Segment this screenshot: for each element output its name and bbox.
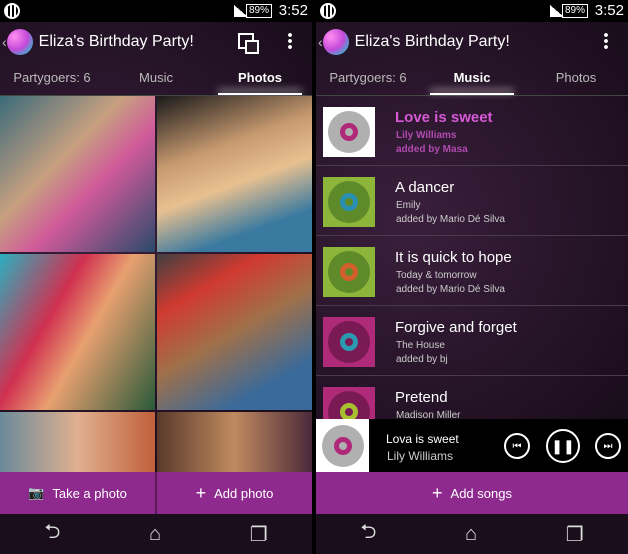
add-photo-button[interactable]: + Add photo bbox=[155, 472, 312, 514]
tab-bar: Partygoers: 6 Music Photos bbox=[0, 62, 312, 96]
song-artist: Emily bbox=[396, 200, 421, 211]
song-title: A dancer bbox=[395, 179, 455, 196]
now-playing-artist: Lily Williams bbox=[387, 449, 453, 463]
overflow-menu-icon[interactable] bbox=[288, 32, 292, 50]
overflow-menu-icon[interactable] bbox=[604, 32, 608, 50]
photo-grid bbox=[0, 96, 312, 472]
song-row[interactable]: It is quick to hope Today & tomorrow add… bbox=[316, 236, 628, 306]
home-icon[interactable]: ⌂ bbox=[465, 523, 477, 546]
plus-icon: + bbox=[195, 482, 207, 503]
nav-bar: ⮌ ⌂ ❐ bbox=[0, 514, 312, 554]
take-photo-label: Take a photo bbox=[52, 485, 127, 501]
battery-icon: 89% bbox=[245, 4, 272, 18]
pip-icon[interactable] bbox=[238, 33, 259, 54]
photo-actions: 📷 Take a photo + Add photo bbox=[0, 472, 312, 514]
action-bar: ‹ Eliza's Birthday Party! bbox=[0, 22, 312, 62]
album-art bbox=[323, 107, 375, 157]
song-artist: The House bbox=[396, 340, 445, 351]
app-title: Eliza's Birthday Party! bbox=[354, 33, 510, 50]
recents-icon[interactable]: ❐ bbox=[566, 522, 584, 547]
song-title: Forgive and forget bbox=[395, 319, 517, 336]
song-added-by: added by Masa bbox=[396, 144, 468, 155]
clock: 3:52 bbox=[594, 2, 624, 19]
battery-icon: 89% bbox=[561, 4, 588, 18]
party-logo[interactable] bbox=[6, 29, 33, 55]
album-art bbox=[323, 317, 375, 367]
now-playing-title: Lova is sweet bbox=[386, 432, 459, 446]
song-title: It is quick to hope bbox=[395, 249, 512, 266]
plus-icon: + bbox=[432, 482, 443, 503]
now-playing-bar[interactable]: Lova is sweet Lily Williams ⏮ ❚❚ ⏭ bbox=[316, 419, 628, 472]
party-logo[interactable] bbox=[322, 29, 349, 55]
recents-icon[interactable]: ❐ bbox=[250, 522, 268, 547]
camera-icon: 📷 bbox=[28, 485, 45, 500]
photo[interactable] bbox=[0, 412, 155, 472]
music-actions: + Add songs bbox=[316, 472, 628, 514]
now-playing-album-art bbox=[316, 419, 369, 472]
add-songs-label: Add songs bbox=[450, 485, 512, 501]
globe-icon bbox=[4, 3, 20, 19]
tab-music[interactable]: Music bbox=[420, 62, 524, 95]
song-added-by: added by Mario Dé Silva bbox=[396, 284, 505, 295]
tab-bar: Partygoers: 6 Music Photos bbox=[316, 62, 628, 96]
song-artist: Today & tomorrow bbox=[396, 270, 477, 281]
song-artist: Lily Williams bbox=[396, 130, 457, 141]
song-row[interactable]: Love is sweet Lily Williams added by Mas… bbox=[316, 96, 628, 166]
clock: 3:52 bbox=[278, 2, 308, 19]
nav-back-icon[interactable]: ⮌ bbox=[44, 517, 60, 551]
song-title: Pretend bbox=[395, 389, 448, 406]
song-list: Love is sweet Lily Williams added by Mas… bbox=[316, 96, 628, 419]
take-photo-button[interactable]: 📷 Take a photo bbox=[0, 472, 155, 514]
photo[interactable] bbox=[157, 254, 312, 410]
add-songs-button[interactable]: + Add songs bbox=[316, 472, 628, 514]
song-row[interactable]: Pretend Madison Miller bbox=[316, 376, 628, 419]
action-bar: ‹ Eliza's Birthday Party! bbox=[316, 22, 628, 62]
tab-music[interactable]: Music bbox=[104, 62, 208, 95]
song-artist: Madison Miller bbox=[396, 410, 461, 419]
status-bar: 89% 3:52 bbox=[316, 0, 628, 22]
photo[interactable] bbox=[0, 96, 155, 252]
pause-icon[interactable]: ❚❚ bbox=[546, 429, 580, 463]
back-icon[interactable]: ‹ bbox=[318, 34, 323, 50]
back-icon[interactable]: ‹ bbox=[2, 34, 7, 50]
nav-back-icon[interactable]: ⮌ bbox=[360, 517, 376, 551]
tab-partygoers[interactable]: Partygoers: 6 bbox=[316, 62, 420, 95]
nav-bar: ⮌ ⌂ ❐ bbox=[316, 514, 628, 554]
tab-photos[interactable]: Photos bbox=[208, 62, 312, 95]
app-title: Eliza's Birthday Party! bbox=[38, 33, 194, 50]
photos-screen: 89% 3:52 ‹ Eliza's Birthday Party! Party… bbox=[0, 0, 312, 554]
song-row[interactable]: A dancer Emily added by Mario Dé Silva bbox=[316, 166, 628, 236]
song-title: Love is sweet bbox=[395, 109, 493, 126]
photo[interactable] bbox=[157, 96, 312, 252]
add-photo-label: Add photo bbox=[214, 485, 274, 501]
album-art bbox=[323, 247, 375, 297]
song-added-by: added by bj bbox=[396, 354, 448, 365]
album-art bbox=[323, 387, 375, 419]
tab-partygoers[interactable]: Partygoers: 6 bbox=[0, 62, 104, 95]
photo[interactable] bbox=[157, 412, 312, 472]
globe-icon bbox=[320, 3, 336, 19]
song-row[interactable]: Forgive and forget The House added by bj bbox=[316, 306, 628, 376]
previous-icon[interactable]: ⏮ bbox=[504, 433, 530, 459]
song-added-by: added by Mario Dé Silva bbox=[396, 214, 505, 225]
status-bar: 89% 3:52 bbox=[0, 0, 312, 22]
tab-photos[interactable]: Photos bbox=[524, 62, 628, 95]
music-screen: 89% 3:52 ‹ Eliza's Birthday Party! Party… bbox=[316, 0, 628, 554]
photo[interactable] bbox=[0, 254, 155, 410]
album-art bbox=[323, 177, 375, 227]
next-icon[interactable]: ⏭ bbox=[595, 433, 621, 459]
home-icon[interactable]: ⌂ bbox=[149, 523, 161, 546]
